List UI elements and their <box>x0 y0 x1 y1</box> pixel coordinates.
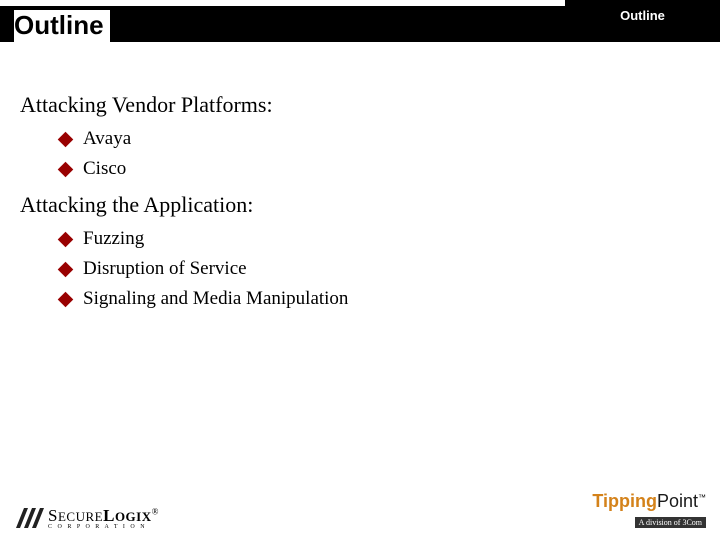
securelogix-mark-icon <box>14 506 44 530</box>
header-tab-label: Outline <box>620 8 665 23</box>
list-item-label: Avaya <box>83 128 131 150</box>
securelogix-logo: SECURELOGIX® C O R P O R A T I O N <box>14 506 159 530</box>
section-heading: Attacking the Application: <box>20 192 580 218</box>
section-heading: Attacking Vendor Platforms: <box>20 92 580 118</box>
diamond-bullet-icon <box>58 161 74 177</box>
tippingpoint-subtext: A division of 3Com <box>635 517 706 528</box>
tippingpoint-logo: TippingPoint™ A division of 3Com <box>592 491 706 530</box>
tippingpoint-part2: Point <box>657 491 698 511</box>
list-item: Fuzzing <box>60 228 580 250</box>
list-item: Disruption of Service <box>60 258 580 280</box>
list-item: Signaling and Media Manipulation <box>60 288 580 310</box>
list-item-label: Cisco <box>83 158 126 180</box>
diamond-bullet-icon <box>58 291 74 307</box>
tippingpoint-part1: Tipping <box>592 491 657 511</box>
tippingpoint-text: TippingPoint™ <box>592 491 706 512</box>
diamond-bullet-icon <box>58 131 74 147</box>
securelogix-text: SECURELOGIX® C O R P O R A T I O N <box>48 506 159 530</box>
slide-title: Outline <box>14 10 110 45</box>
list-item-label: Disruption of Service <box>83 258 247 280</box>
list-item: Avaya <box>60 128 580 150</box>
content-area: Attacking Vendor Platforms: Avaya Cisco … <box>20 80 580 318</box>
diamond-bullet-icon <box>58 231 74 247</box>
securelogix-subtext: C O R P O R A T I O N <box>48 524 159 530</box>
diamond-bullet-icon <box>58 261 74 277</box>
list-item-label: Fuzzing <box>83 228 144 250</box>
list-item-label: Signaling and Media Manipulation <box>83 288 348 310</box>
slide: Outline Outline Attacking Vendor Platfor… <box>0 0 720 540</box>
list-item: Cisco <box>60 158 580 180</box>
header-tab-cut <box>565 30 582 42</box>
header-tab: Outline <box>565 0 720 30</box>
